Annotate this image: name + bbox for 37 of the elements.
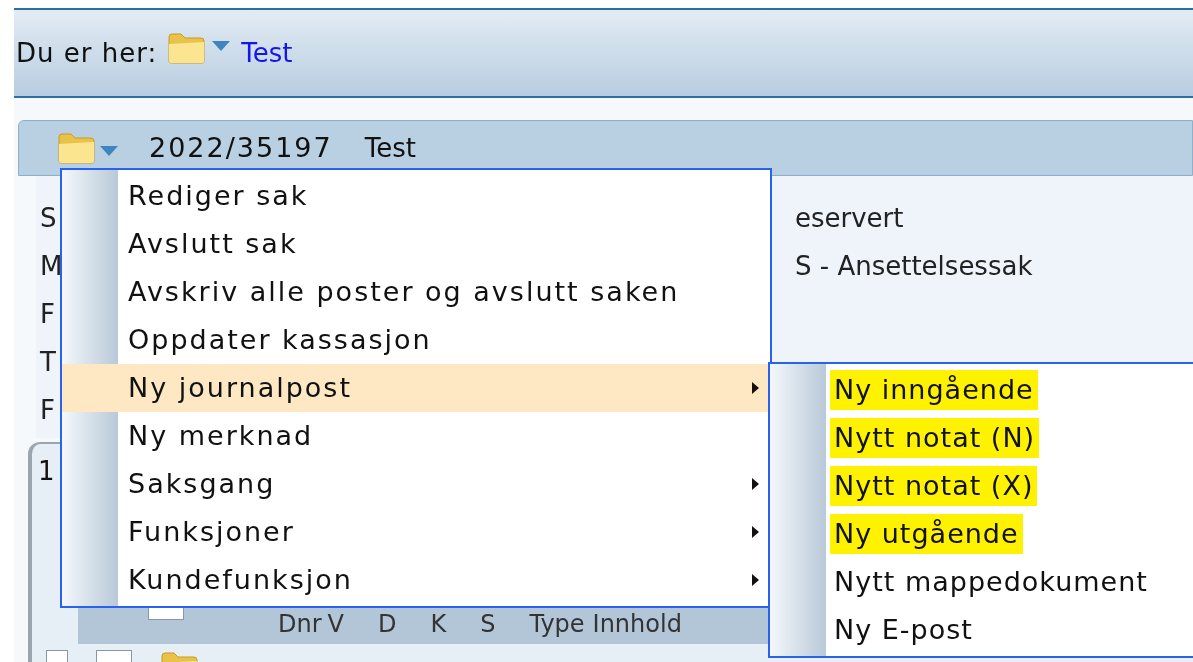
field-value: eservert xyxy=(795,201,904,235)
submenu-item[interactable]: Nytt notat (N) xyxy=(830,417,1040,459)
column-header[interactable]: K xyxy=(430,606,447,642)
menu-item[interactable]: Avskriv alle poster og avslutt saken xyxy=(62,268,770,316)
menu-item[interactable]: Oppdater kassasjon xyxy=(62,316,770,364)
submenu-item[interactable]: Ny inngående xyxy=(830,369,1038,411)
menu-item[interactable]: Kundefunksjon xyxy=(62,556,770,604)
case-title: Test xyxy=(364,131,416,165)
caret-icon[interactable] xyxy=(211,40,232,52)
menu-item[interactable]: Ny merknad xyxy=(62,412,770,460)
breadcrumb-link[interactable]: Test xyxy=(241,33,293,73)
submenu-item[interactable]: Nytt notat (X) xyxy=(830,465,1038,507)
submenu-item[interactable]: Nytt mappedokument xyxy=(830,561,1152,603)
breadcrumb-label: Du er her: xyxy=(16,36,158,70)
column-header[interactable]: Dnr xyxy=(278,606,322,642)
menu-item[interactable]: Avslutt sak xyxy=(62,220,770,268)
menu-item[interactable]: Funksjoner xyxy=(62,508,770,556)
field-value: S - Ansettelsessak xyxy=(795,249,1033,283)
column-header[interactable]: D xyxy=(378,606,397,642)
column-header[interactable]: V xyxy=(327,606,344,642)
case-number: 2022/35197 xyxy=(149,130,333,165)
menu-item[interactable]: Rediger sak xyxy=(62,172,770,220)
field-label: T xyxy=(39,345,57,379)
field-label: S xyxy=(39,201,58,235)
folder-icon[interactable] xyxy=(57,131,97,165)
field-label: F xyxy=(39,393,56,427)
column-header[interactable]: Type xyxy=(529,606,585,642)
field-label: F xyxy=(39,297,56,331)
submenu-item[interactable]: Ny utgående xyxy=(830,513,1023,555)
submenu-item[interactable]: Ny E-post xyxy=(830,609,977,651)
folder-icon[interactable] xyxy=(167,31,208,65)
menu-item[interactable]: Ny journalpost xyxy=(62,364,770,412)
caret-icon[interactable] xyxy=(99,145,119,157)
column-header[interactable]: S xyxy=(480,606,496,642)
field-label: M xyxy=(39,249,60,283)
menu-item[interactable]: Saksgang xyxy=(62,460,770,508)
column-header[interactable]: Innhold xyxy=(592,606,682,642)
